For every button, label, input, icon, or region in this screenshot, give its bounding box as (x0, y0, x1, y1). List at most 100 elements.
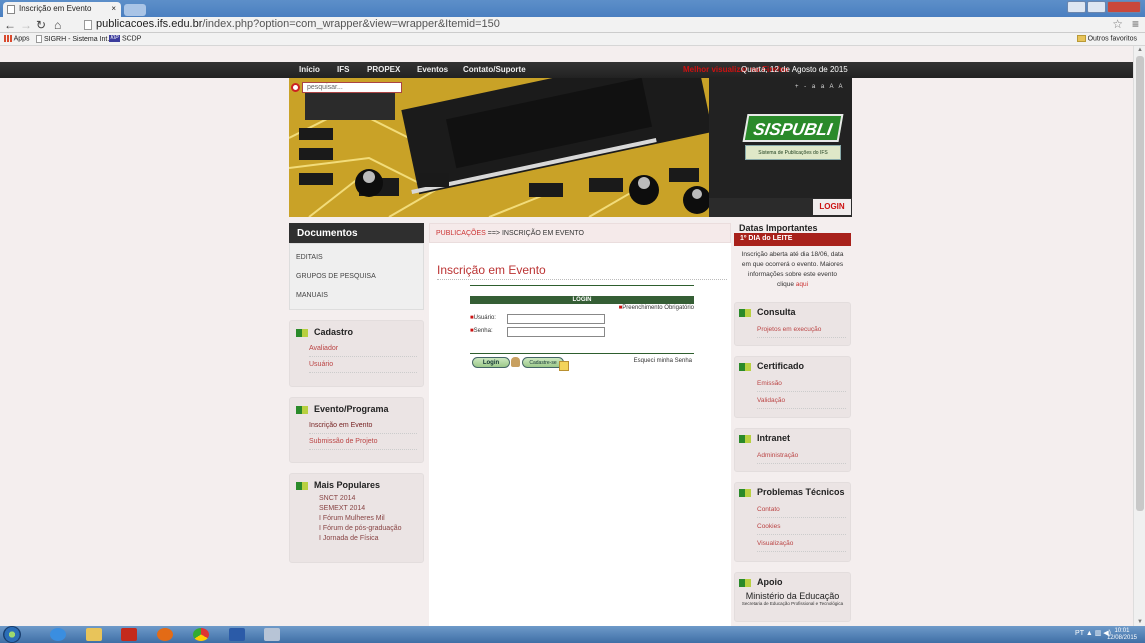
scroll-down-icon[interactable]: ▼ (1137, 619, 1143, 625)
current-date: Quarta, 12 de Agosto de 2015 (741, 65, 848, 74)
link-emissao[interactable]: Emissão (757, 375, 846, 392)
page-icon (84, 20, 92, 30)
tab-close-icon[interactable]: × (111, 4, 116, 13)
link-contato[interactable]: Contato (757, 501, 846, 518)
maximize-button[interactable] (1087, 1, 1106, 13)
documents-list: EDITAIS GRUPOS DE PESQUISA MANUAIS (289, 243, 424, 310)
nav-eventos[interactable]: Eventos (417, 65, 448, 74)
link-visualizacao[interactable]: Visualização (757, 535, 846, 552)
bookmark-sigrh[interactable]: SIGRH - Sistema Int... (36, 35, 113, 43)
certificado-title: Certificado (739, 361, 846, 375)
login-tab[interactable]: LOGIN (813, 199, 851, 215)
scroll-thumb[interactable] (1136, 56, 1144, 511)
reload-icon[interactable]: ↻ (36, 18, 46, 32)
link-avaliador[interactable]: Avaliador (309, 341, 417, 357)
breadcrumb: PUBLICAÇÕES ==> INSCRIÇÃO EM EVENTO (429, 223, 731, 243)
event-description-text: Inscrição aberta até dia 18/06, data em … (741, 251, 844, 288)
popular-item[interactable]: I Fórum de pós-graduação (319, 524, 417, 534)
link-submissao-projeto[interactable]: Submissão de Projeto (309, 434, 417, 450)
language-indicator[interactable]: PT (1075, 630, 1084, 637)
doc-link-manuais[interactable]: MANUAIS (290, 286, 423, 305)
link-administracao[interactable]: Administração (757, 447, 846, 464)
page-icon (36, 35, 42, 43)
close-window-button[interactable] (1107, 1, 1141, 13)
bookmark-label: SCDP (121, 35, 142, 43)
link-validacao[interactable]: Validação (757, 392, 846, 409)
password-row: ■Senha: (470, 327, 694, 337)
back-arrow-icon[interactable]: ← (4, 18, 16, 32)
scrollbar[interactable]: ▲ ▼ (1133, 46, 1145, 626)
menu-icon[interactable]: ≡ (1132, 17, 1139, 31)
link-projetos-execucao[interactable]: Projetos em execução (757, 321, 846, 338)
clock-time: 10:01 (1114, 628, 1130, 634)
pdf-reader-icon[interactable] (121, 628, 137, 641)
internet-explorer-icon[interactable] (50, 628, 66, 641)
clock[interactable]: 10:01 12/08/2015 (1107, 628, 1137, 642)
search-input[interactable]: pesquisar... (302, 82, 402, 93)
nav-propex[interactable]: PROPEX (367, 65, 400, 74)
browser-tab[interactable]: Inscrição em Evento × (3, 2, 121, 17)
link-cookies[interactable]: Cookies (757, 518, 846, 535)
popular-item[interactable]: SNCT 2014 (319, 494, 417, 504)
file-explorer-icon[interactable] (86, 628, 102, 641)
required-note-text: Preenchimento Obrigatório (622, 305, 694, 311)
event-description: Inscrição aberta até dia 18/06, data em … (734, 246, 851, 294)
new-tab-button[interactable] (124, 4, 146, 16)
home-icon[interactable]: ⌂ (54, 18, 61, 32)
register-button[interactable]: Cadastre-se (522, 357, 564, 368)
documents-title: Documentos (289, 223, 424, 243)
media-player-icon[interactable] (157, 628, 173, 641)
certificado-box: Certificado Emissão Validação (734, 356, 851, 418)
required-note: ■Preenchimento Obrigatório (618, 305, 694, 311)
password-input[interactable] (507, 327, 605, 337)
folder-icon (1076, 35, 1086, 42)
chrome-icon[interactable] (193, 628, 209, 641)
breadcrumb-root[interactable]: PUBLICAÇÕES (436, 230, 486, 237)
paint-icon[interactable] (264, 628, 280, 641)
forgot-password-link[interactable]: Esqueci minha Senha (634, 358, 692, 364)
bookmark-scdp[interactable]: KIP SCDP (109, 35, 141, 42)
main-content: PUBLICAÇÕES ==> INSCRIÇÃO EM EVENTO Insc… (429, 223, 731, 626)
username-input[interactable] (507, 314, 605, 324)
word-icon[interactable] (229, 628, 245, 641)
bookmark-label: Apps (13, 35, 30, 43)
scroll-up-icon[interactable]: ▲ (1137, 47, 1143, 53)
login-button[interactable]: Login (472, 357, 510, 368)
nav-inicio[interactable]: Início (299, 65, 320, 74)
address-bar[interactable]: publicacoes.ifs.edu.br/index.php?option=… (84, 18, 1124, 32)
doc-link-editais[interactable]: EDITAIS (290, 248, 423, 267)
network-icon[interactable]: ▥ (1095, 630, 1102, 637)
popular-item[interactable]: I Fórum Mulheres Mil (319, 514, 417, 524)
username-label-text: Usuário: (473, 315, 496, 321)
url-path: /index.php?option=com_wrapper&view=wrapp… (202, 18, 500, 30)
nav-ifs[interactable]: IFS (337, 65, 349, 74)
forward-arrow-icon[interactable]: → (20, 18, 32, 32)
popular-item[interactable]: I Jornada de Física (319, 534, 417, 544)
mec-logo[interactable]: Ministério da Educação Secretaria de Edu… (739, 591, 846, 606)
tray-arrow-icon[interactable]: ▲ (1086, 630, 1095, 637)
intranet-title: Intranet (739, 433, 846, 447)
link-inscricao-evento[interactable]: Inscrição em Evento (309, 418, 417, 434)
font-size-controls[interactable]: + - a a A A (795, 84, 845, 90)
search-icon[interactable] (291, 83, 300, 92)
link-usuario[interactable]: Usuário (309, 357, 417, 373)
mec-subtitle: Secretaria de Educação Profissional e Te… (741, 601, 844, 606)
breadcrumb-separator: ==> (485, 230, 502, 237)
start-button[interactable] (3, 626, 21, 643)
minimize-button[interactable] (1067, 1, 1086, 13)
right-sidebar: Datas Importantes 1º DIA do LEITE Inscri… (734, 223, 851, 622)
logo-title: SISPUBLI (742, 114, 844, 142)
password-label-text: Senha: (473, 328, 493, 334)
browser-toolbar: ← → ↻ ⌂ publicacoes.ifs.edu.br/index.php… (0, 17, 1145, 33)
problemas-title: Problemas Técnicos (739, 487, 846, 501)
bookmark-star-icon[interactable]: ☆ (1112, 17, 1123, 31)
bookmarks-bar: Apps SIGRH - Sistema Int... KIP SCDP Out… (0, 33, 1145, 46)
breadcrumb-current: INSCRIÇÃO EM EVENTO (501, 230, 584, 237)
event-link[interactable]: aqui (796, 281, 808, 288)
nav-contato[interactable]: Contato/Suporte (463, 65, 526, 74)
popular-item[interactable]: SEMEXT 2014 (319, 504, 417, 514)
bookmark-apps[interactable]: Apps (4, 35, 30, 42)
other-bookmarks[interactable]: Outros favoritos (1076, 35, 1137, 42)
apoio-title: Apoio (739, 577, 846, 591)
doc-link-grupos[interactable]: GRUPOS DE PESQUISA (290, 267, 423, 286)
